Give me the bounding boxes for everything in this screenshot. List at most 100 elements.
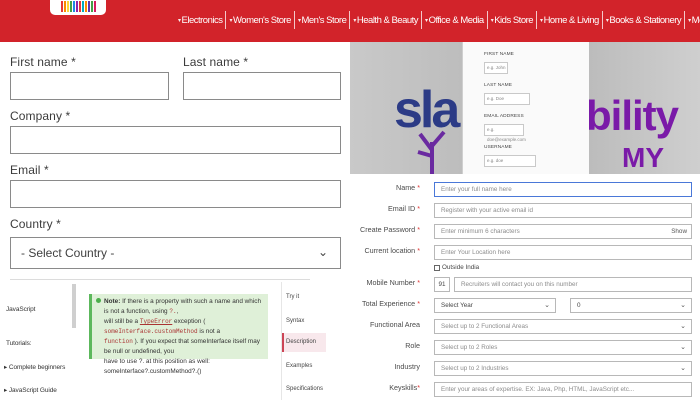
- select-value: Select up to 2 Functional Areas: [441, 323, 529, 330]
- sidebar-scrollbar[interactable]: [72, 284, 76, 328]
- nav-separator: [293, 11, 295, 29]
- select-value: Select Year: [441, 302, 473, 309]
- photo-field-input[interactable]: e.g. John: [484, 62, 508, 74]
- photo-form-card: First Name e.g. John Last Name e.g. Doe …: [463, 42, 589, 174]
- show-password-toggle[interactable]: Show: [671, 228, 687, 235]
- nav-item[interactable]: ▾ Men's Store: [296, 10, 348, 30]
- info-bullet-icon: [96, 298, 101, 303]
- email-id-input[interactable]: Register with your active email id: [434, 203, 692, 218]
- photo-field-input[interactable]: e.g. doe@example.com: [484, 124, 526, 142]
- banner-subtext: MY: [622, 142, 664, 173]
- role-select[interactable]: Select up to 2 Roles ⌄: [434, 340, 692, 355]
- experience-year-select[interactable]: Select Year ⌄: [434, 298, 556, 313]
- outside-india-checkbox[interactable]: Outside India: [434, 264, 479, 271]
- checkbox-box[interactable]: [434, 264, 440, 271]
- experience-month-select[interactable]: 0 ⌄: [570, 298, 692, 313]
- chevron-down-icon: ▾: [605, 17, 609, 24]
- email-id-label: Email ID *: [388, 204, 420, 213]
- sidebar-item-javascript[interactable]: JavaScript: [6, 306, 35, 313]
- nav-item-label: Office & Media: [428, 14, 485, 26]
- note-code: someInterface.customMethod: [104, 328, 198, 335]
- nav-item[interactable]: ▾ Home & Living: [538, 10, 601, 30]
- functional-area-select[interactable]: Select up to 2 Functional Areas ⌄: [434, 319, 692, 334]
- nav-item-label: Kids Store: [494, 14, 534, 26]
- top-navigation-bar: ▾ Electronics ▾ Women's Store ▾ Men's Store ▾ H…: [0, 0, 700, 42]
- mobile-input[interactable]: Recruiters will contact you on this numb…: [454, 277, 692, 292]
- email-input[interactable]: [10, 180, 341, 208]
- chevron-down-icon: ⌄: [680, 323, 686, 330]
- nav-item-label: More Stores: [691, 14, 700, 26]
- nav-item[interactable]: ▾ Books & Stationery: [604, 10, 683, 30]
- note-text: is not a: [197, 328, 221, 335]
- toc-item-syntax[interactable]: Syntax: [286, 318, 304, 324]
- nav-item-label: Electronics: [181, 14, 223, 26]
- toc-item-examples[interactable]: Examples: [286, 363, 312, 369]
- full-name-input[interactable]: Enter your full name here: [434, 182, 692, 197]
- page-toc: Try it Syntax Description Examples Speci…: [281, 282, 350, 400]
- country-select[interactable]: - Select Country - ⌄: [10, 237, 341, 269]
- category-menu: ▾ Electronics ▾ Women's Store ▾ Men's Store ▾ H…: [176, 10, 700, 30]
- note-callout: Note: If there is a property with such a…: [89, 294, 268, 375]
- location-input[interactable]: Enter Your Location here: [434, 245, 692, 260]
- sidebar-item-beginners[interactable]: ▸ Complete beginners: [4, 363, 65, 371]
- password-input[interactable]: Enter minimum 6 characters Show: [434, 224, 692, 239]
- chevron-down-icon: ▾: [178, 17, 181, 24]
- banner-text-right: bility: [586, 92, 679, 139]
- label-text: Email ID: [388, 204, 416, 213]
- nav-item[interactable]: ▾ Office & Media: [423, 10, 486, 30]
- nav-item[interactable]: ▾ Electronics: [176, 10, 224, 30]
- last-name-label: Last name *: [183, 55, 249, 69]
- note-line: Note: If there is a property with such a…: [104, 298, 262, 315]
- country-code: 91: [434, 277, 450, 292]
- industry-label: Industry: [394, 362, 420, 371]
- sidebar-item-guide[interactable]: ▸ JavaScript Guide: [4, 386, 57, 394]
- company-label: Company *: [10, 109, 71, 123]
- photo-field-label: Email Address: [484, 114, 524, 119]
- nav-item-label: Home & Living: [543, 14, 600, 26]
- role-label: Role: [405, 341, 420, 350]
- store-logo[interactable]: [50, 0, 106, 15]
- note-line: will still be a TypeError exception ( so…: [104, 317, 264, 337]
- note-text: will still be a: [104, 318, 140, 325]
- photo-field-input[interactable]: e.g. doe: [484, 155, 536, 167]
- industry-select[interactable]: Select up to 2 Industries ⌄: [434, 361, 692, 376]
- nav-item-label: Health & Beauty: [356, 14, 419, 26]
- toc-item-try-it[interactable]: Try it: [286, 294, 299, 300]
- registration-form: Name * Enter your full name here Email I…: [350, 174, 700, 400]
- last-name-input[interactable]: [183, 72, 341, 100]
- nav-item[interactable]: ▾ Kids Store: [489, 10, 535, 30]
- toc-item-specifications[interactable]: Specifications: [286, 386, 323, 392]
- typeerror-link[interactable]: TypeError: [140, 318, 172, 325]
- chevron-down-icon: ▾: [490, 17, 494, 24]
- photo-field-label: First Name: [484, 52, 514, 57]
- functional-area-label: Functional Area: [370, 320, 420, 329]
- note-text: have to use ?. at this position as well:…: [104, 358, 210, 375]
- chevron-down-icon: ▾: [540, 17, 543, 24]
- password-placeholder: Enter minimum 6 characters: [441, 228, 520, 235]
- nav-item[interactable]: ▾ Health & Beauty: [351, 10, 420, 30]
- nav-item[interactable]: ▾ Women's Store: [227, 10, 292, 30]
- photo-field-input[interactable]: e.g. Doe: [484, 93, 530, 105]
- divider: [10, 279, 310, 280]
- sidebar-item-tutorials: Tutorials:: [6, 340, 32, 347]
- label-text: Current location: [364, 246, 416, 255]
- toc-item-description[interactable]: Description: [286, 339, 316, 345]
- chevron-down-icon: ▾: [353, 17, 356, 24]
- label-text: Name: [396, 183, 416, 192]
- keyskills-input[interactable]: Enter your areas of expertise. EX: Java,…: [434, 382, 692, 397]
- first-name-input[interactable]: [10, 72, 169, 100]
- banner-photo: sla bility MY First Name e.g. John Last …: [350, 42, 700, 174]
- note-code: function: [104, 338, 133, 345]
- chevron-down-icon: ▾: [229, 17, 232, 24]
- chevron-down-icon: ⌄: [317, 245, 328, 259]
- nav-separator: [486, 11, 488, 29]
- nav-item-label: Women's Store: [233, 14, 291, 26]
- company-input[interactable]: [10, 126, 341, 154]
- nav-separator: [421, 11, 423, 29]
- note-line: function ). If you expect that someInter…: [104, 337, 264, 357]
- nav-item[interactable]: ▾More Stores: [686, 10, 700, 30]
- nav-separator: [684, 11, 686, 29]
- select-value: Select up to 2 Roles: [441, 344, 498, 351]
- nav-item-label: Books & Stationery: [609, 14, 682, 26]
- password-label: Create Password *: [360, 225, 420, 234]
